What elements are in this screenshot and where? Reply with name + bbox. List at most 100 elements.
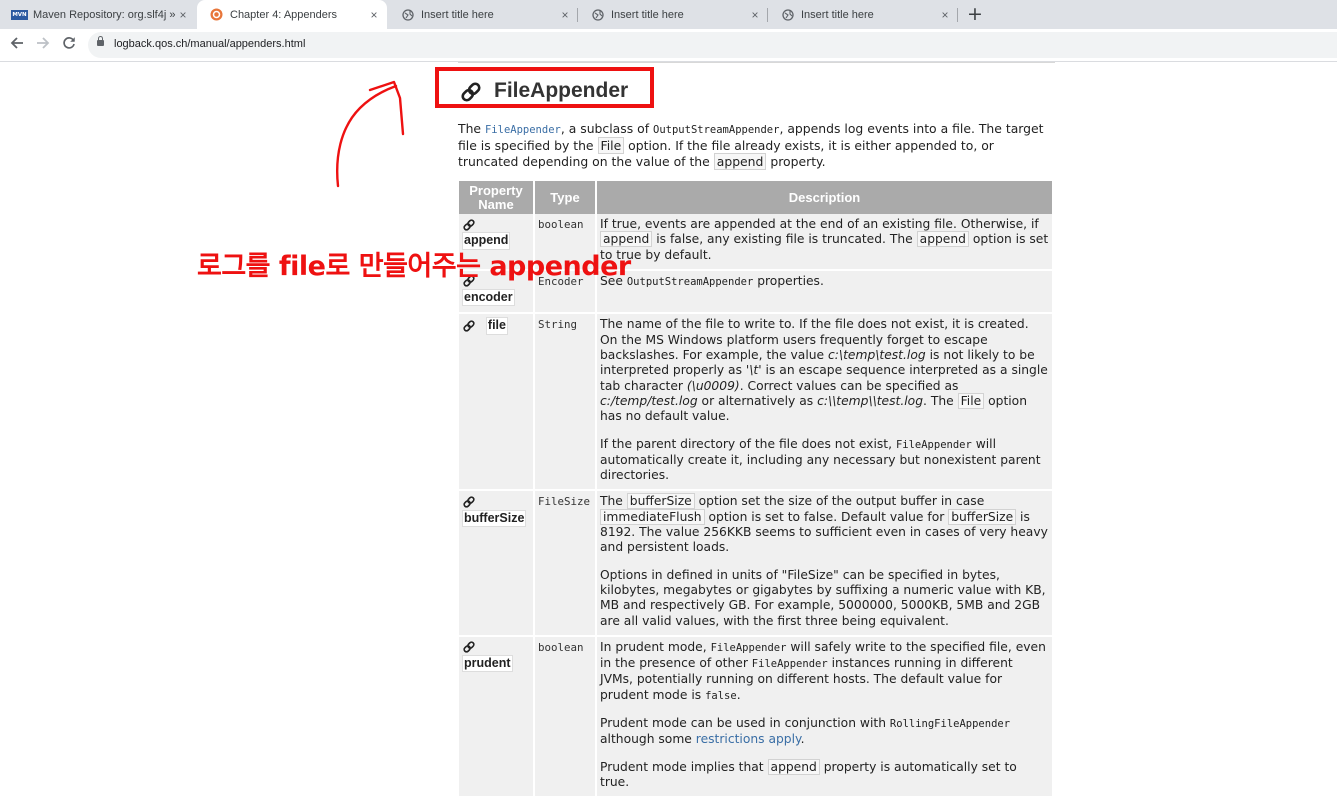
text: option is set to false. Default value fo… — [704, 509, 949, 524]
chain-link-icon[interactable] — [462, 218, 476, 232]
code: RollingFileAppender — [889, 718, 1011, 731]
code: FileAppender — [895, 438, 972, 451]
description-paragraph: Prudent mode can be used in conjunction … — [600, 716, 1049, 748]
chain-link-icon[interactable] — [462, 495, 476, 509]
korean-annotation-text: 로그를 file로 만들어주는 appender — [197, 251, 631, 282]
table-row: file String The name of the file to writ… — [459, 314, 1052, 492]
description-paragraph: If the parent directory of the file does… — [600, 437, 1049, 484]
column-header: Description — [597, 181, 1052, 214]
text: . — [800, 732, 805, 747]
option-name: bufferSize — [626, 493, 695, 510]
tab-close-icon[interactable]: × — [176, 8, 190, 22]
text: The — [458, 121, 485, 136]
text: is false, any existing file is truncated… — [652, 232, 917, 247]
text: Prudent mode implies that — [600, 759, 768, 774]
chain-link-icon[interactable] — [462, 640, 476, 654]
property-description: In prudent mode, FileAppender will safel… — [597, 636, 1052, 799]
property-type: String — [535, 314, 595, 492]
property-type: boolean — [535, 636, 595, 799]
option-name: append — [767, 758, 820, 775]
text: . The — [923, 393, 958, 408]
code: OutputStreamAppender — [653, 124, 780, 136]
forward-button[interactable] — [34, 36, 52, 54]
description-paragraph: In prudent mode, FileAppender will safel… — [600, 640, 1049, 704]
tab-close-icon[interactable]: × — [558, 8, 572, 22]
back-button[interactable] — [8, 36, 26, 54]
option-name: File — [597, 137, 625, 154]
text: option set the size of the output buffer… — [694, 494, 985, 509]
tab-maven-repository[interactable]: MVN Maven Repository: org.slf4j » slf × — [0, 0, 196, 29]
globe-icon — [401, 8, 414, 21]
code: FileAppender — [710, 641, 787, 654]
tab-strip: MVN Maven Repository: org.slf4j » slf × … — [0, 0, 1337, 29]
property-name: prudent — [462, 655, 513, 673]
restrictions-link[interactable]: restrictions apply — [696, 732, 801, 746]
text: In prudent mode, — [600, 639, 711, 654]
reload-button[interactable] — [60, 36, 78, 54]
text: , a subclass of — [560, 121, 654, 136]
option-name: File — [957, 392, 985, 409]
forward-arrow-icon — [37, 37, 50, 49]
tab-title: Insert title here — [611, 8, 684, 21]
text: If the parent directory of the file does… — [600, 436, 896, 451]
class-link[interactable]: FileAppender — [485, 124, 561, 136]
tab-close-icon[interactable]: × — [367, 8, 381, 22]
page-title: FileAppender — [494, 79, 629, 102]
column-header: Type — [535, 181, 595, 214]
tab-insert-title-2[interactable]: Insert title here × — [578, 0, 768, 29]
column-header: Property Name — [459, 181, 533, 214]
description-paragraph: Options in defined in units of "FileSize… — [600, 567, 1046, 628]
code: false — [705, 689, 737, 702]
browser-toolbar: logback.qos.ch/manual/appenders.html — [0, 29, 1337, 62]
tab-insert-title-3[interactable]: Insert title here × — [768, 0, 958, 29]
new-tab-button[interactable]: + — [964, 4, 986, 26]
text: . Correct values can be specified as — [739, 378, 959, 393]
tab-title: Maven Repository: org.slf4j » slf — [33, 8, 176, 21]
property-name: file — [485, 317, 508, 335]
code: FileAppender — [751, 658, 828, 671]
property-name: bufferSize — [462, 509, 527, 528]
globe-icon — [591, 8, 604, 21]
tab-title: Chapter 4: Appenders — [230, 8, 338, 21]
text: If true, events are appended at the end … — [600, 217, 1039, 231]
content-divider — [458, 62, 1055, 63]
maven-favicon-text: MVN — [11, 9, 28, 20]
property-name-cell: prudent — [459, 636, 533, 799]
italic-text: (\u0009) — [686, 378, 740, 393]
description-paragraph: If true, events are appended at the end … — [600, 217, 1049, 263]
text: Prudent mode can be used in conjunction … — [600, 716, 890, 731]
option-name: immediateFlush — [600, 508, 705, 525]
description-paragraph: Prudent mode implies that append propert… — [600, 758, 1049, 791]
table-row: prudent boolean In prudent mode, FileApp… — [459, 636, 1052, 799]
table-header-row: Property Name Type Description — [459, 181, 1052, 214]
intro-paragraph: The FileAppender, a subclass of OutputSt… — [458, 121, 1058, 170]
description-paragraph: See OutputStreamAppender properties. — [600, 274, 1049, 290]
text: although some — [600, 732, 696, 747]
address-bar[interactable]: logback.qos.ch/manual/appenders.html — [88, 32, 1337, 58]
property-name-cell: file — [459, 314, 533, 492]
lock-icon[interactable] — [97, 36, 104, 46]
text: or alternatively as — [697, 393, 818, 408]
italic-text: c:\\temp\\test.log — [817, 393, 924, 408]
chain-link-icon[interactable] — [462, 319, 476, 333]
chain-link-icon — [461, 82, 481, 102]
description-paragraph: The bufferSize option set the size of th… — [600, 493, 1049, 555]
logback-favicon-icon — [210, 8, 223, 21]
tab-title: Insert title here — [801, 8, 874, 21]
property-description: The name of the file to write to. If the… — [597, 314, 1052, 492]
text: The — [600, 494, 627, 509]
italic-text: c:/temp/test.log — [600, 393, 698, 408]
tab-close-icon[interactable]: × — [938, 8, 952, 22]
back-arrow-icon — [10, 37, 23, 49]
tab-insert-title-1[interactable]: Insert title here × — [388, 0, 578, 29]
text: property. — [766, 154, 826, 169]
description-paragraph: The name of the file to write to. If the… — [600, 317, 1049, 424]
property-description: The bufferSize option set the size of th… — [597, 491, 1052, 637]
table-row: bufferSize FileSize The bufferSize optio… — [459, 491, 1052, 637]
italic-text: '\t' — [745, 363, 762, 378]
tab-chapter-4-appenders[interactable]: Chapter 4: Appenders × — [197, 0, 387, 29]
property-type: FileSize — [535, 491, 595, 637]
property-description: If true, events are appended at the end … — [597, 214, 1052, 271]
tab-close-icon[interactable]: × — [748, 8, 762, 22]
tab-separator — [957, 8, 958, 22]
